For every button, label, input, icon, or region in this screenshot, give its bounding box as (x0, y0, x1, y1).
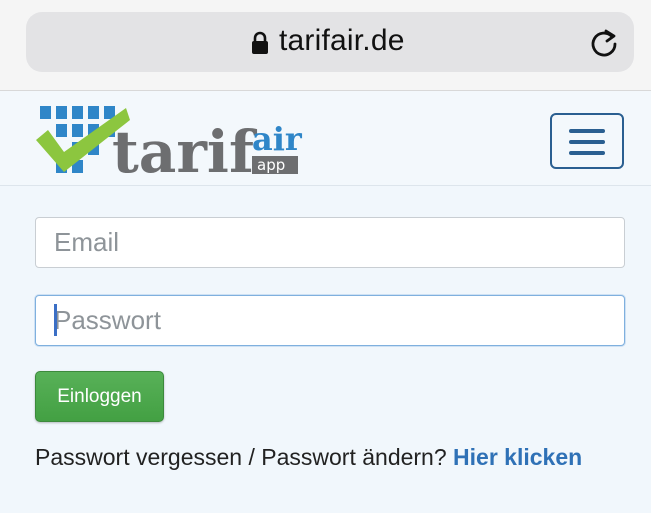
forgot-password-link[interactable]: Hier klicken (453, 444, 582, 470)
browser-toolbar: tarifair.de (0, 0, 651, 91)
svg-text:air: air (252, 120, 303, 158)
svg-text:app: app (257, 156, 285, 174)
reload-icon[interactable] (588, 27, 620, 59)
forgot-password-line: Passwort vergessen / Passwort ändern? Hi… (35, 444, 582, 471)
hamburger-menu-icon (569, 140, 605, 144)
address-bar-url[interactable]: tarifair.de (279, 24, 405, 58)
forgot-password-text: Passwort vergessen / Passwort ändern? (35, 444, 447, 470)
hamburger-menu-icon (569, 129, 605, 133)
hamburger-menu-icon (569, 151, 605, 155)
password-field[interactable] (35, 295, 625, 346)
text-caret (54, 304, 57, 336)
hamburger-menu-button[interactable] (550, 113, 624, 169)
svg-text:tarif: tarif (112, 118, 258, 185)
lock-icon (252, 31, 268, 54)
login-button[interactable]: Einloggen (35, 371, 164, 422)
email-field[interactable] (35, 217, 625, 268)
tarifair-logo[interactable]: tarif air app (34, 100, 304, 185)
